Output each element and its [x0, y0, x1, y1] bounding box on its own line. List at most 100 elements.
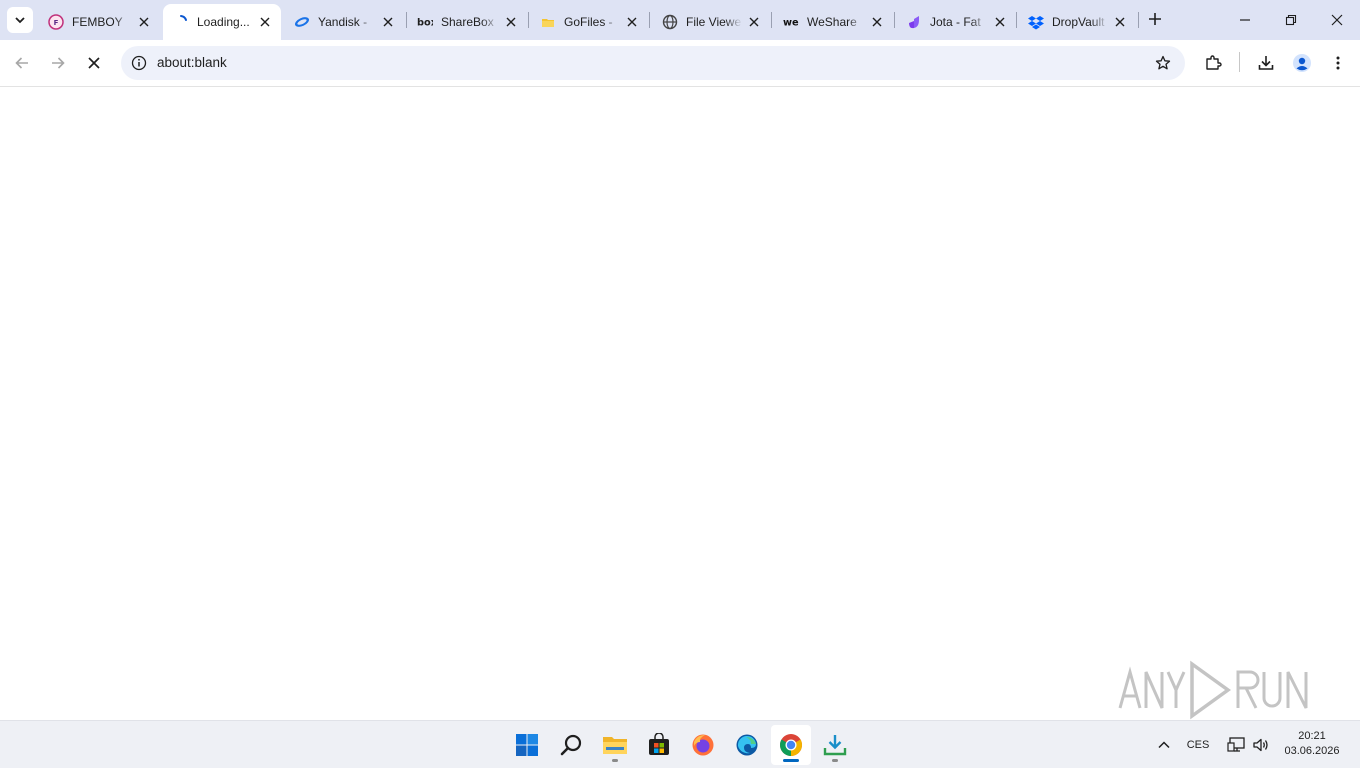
network-icon: [1227, 737, 1245, 752]
svg-text:box: box: [417, 18, 433, 29]
tab-title: FEMBOY: [72, 15, 123, 29]
volume-icon: [1253, 738, 1268, 752]
close-icon[interactable]: [136, 14, 152, 30]
taskbar-store[interactable]: [639, 725, 679, 765]
tab-weshare[interactable]: we WeShare: [773, 4, 893, 40]
tab-title: WeShare: [807, 15, 857, 29]
downloader-icon: [823, 735, 847, 756]
info-icon[interactable]: [129, 53, 149, 73]
tab-title: DropVault: [1052, 15, 1105, 29]
extensions-icon: [1206, 55, 1222, 70]
tab-file-viewer[interactable]: File Viewe: [652, 4, 770, 40]
new-tab-button[interactable]: [1144, 8, 1166, 30]
tab-dropvault[interactable]: DropVault: [1018, 4, 1136, 40]
running-indicator: [612, 759, 618, 762]
search-icon: [560, 734, 582, 756]
svg-text:we: we: [783, 18, 799, 29]
tab-title: Jota - Fat: [930, 15, 981, 29]
address-url[interactable]: about:blank: [157, 55, 227, 70]
close-icon[interactable]: [380, 14, 396, 30]
address-bar[interactable]: about:blank: [121, 46, 1185, 80]
loading-spinner-icon: [173, 14, 189, 30]
taskbar-downloader[interactable]: [815, 725, 855, 765]
minimize-button[interactable]: [1222, 0, 1268, 40]
globe-favicon: [662, 14, 678, 30]
menu-icon: [1336, 56, 1340, 70]
chrome-icon: [780, 734, 802, 756]
tab-yandisk[interactable]: Yandisk -: [284, 4, 404, 40]
extensions-button[interactable]: [1198, 48, 1228, 78]
tab-separator: [528, 12, 529, 28]
tab-title: ShareBox: [441, 15, 494, 29]
taskbar-file-explorer[interactable]: [595, 725, 635, 765]
tab-separator: [1138, 12, 1139, 28]
windows-start-icon: [516, 734, 538, 756]
dropbox-favicon: [1028, 14, 1044, 30]
taskbar-edge[interactable]: [727, 725, 767, 765]
taskbar-search-button[interactable]: [551, 725, 591, 765]
close-icon[interactable]: [503, 14, 519, 30]
taskbar-chrome[interactable]: [771, 725, 811, 765]
stop-icon: [88, 57, 100, 69]
tab-separator: [1016, 12, 1017, 28]
profile-button[interactable]: [1287, 48, 1317, 78]
forward-button[interactable]: [43, 48, 73, 78]
tab-jota[interactable]: Jota - Fat: [896, 4, 1016, 40]
bookmark-star-icon[interactable]: [1153, 53, 1173, 73]
close-icon[interactable]: [992, 14, 1008, 30]
tab-gofiles[interactable]: GoFiles -: [530, 4, 648, 40]
yandisk-favicon: [294, 14, 310, 30]
tab-title: Yandisk -: [318, 15, 368, 29]
gofiles-favicon: [540, 14, 556, 30]
tab-sharebox[interactable]: box ShareBox: [407, 4, 527, 40]
tab-separator: [649, 12, 650, 28]
close-icon[interactable]: [869, 14, 885, 30]
tab-separator: [894, 12, 895, 28]
back-button[interactable]: [7, 48, 37, 78]
tab-separator: [771, 12, 772, 28]
forward-icon: [52, 57, 65, 69]
show-hidden-icons-button[interactable]: [1152, 721, 1176, 769]
anyrun-watermark-logo: [1118, 660, 1308, 720]
tab-title: Loading...: [197, 15, 250, 29]
volume-button[interactable]: [1249, 721, 1273, 769]
running-indicator: [832, 759, 838, 762]
tab-title: GoFiles -: [564, 15, 613, 29]
firefox-icon: [692, 734, 714, 756]
tab-search-button[interactable]: [7, 7, 33, 33]
box-favicon: box: [417, 14, 433, 30]
window-close-button[interactable]: [1314, 0, 1360, 40]
taskbar-firefox[interactable]: [683, 725, 723, 765]
tab-loading[interactable]: Loading...: [163, 4, 281, 40]
tab-title: File Viewe: [686, 15, 742, 29]
toolbar-separator: [1239, 52, 1240, 72]
windows-start-button[interactable]: [507, 725, 547, 765]
close-icon[interactable]: [257, 14, 273, 30]
stop-button[interactable]: [79, 48, 109, 78]
clock-date: 03.06.2026: [1284, 745, 1340, 757]
close-icon[interactable]: [746, 14, 762, 30]
weshare-favicon: we: [783, 14, 799, 30]
network-button[interactable]: [1224, 721, 1248, 769]
close-icon[interactable]: [1112, 14, 1128, 30]
store-icon: [649, 733, 669, 755]
active-indicator: [783, 759, 799, 762]
tab-strip: F FEMBOY Loading... Yandisk - box ShareB…: [0, 0, 1360, 40]
minimize-icon: [1240, 19, 1250, 21]
plus-icon: [1149, 13, 1161, 25]
close-icon[interactable]: [624, 14, 640, 30]
taskbar-clock[interactable]: 20:21 03.06.2026: [1276, 729, 1348, 759]
profile-icon: [1293, 54, 1311, 72]
back-icon: [15, 57, 28, 69]
clock-time: 20:21: [1298, 730, 1326, 742]
page-content-blank[interactable]: [0, 87, 1360, 720]
language-indicator[interactable]: CES: [1182, 721, 1214, 769]
tab-femboy[interactable]: F FEMBOY: [38, 4, 160, 40]
femboy-favicon: F: [48, 14, 64, 30]
edge-icon: [736, 734, 758, 756]
downloads-button[interactable]: [1251, 48, 1281, 78]
restore-button[interactable]: [1268, 0, 1314, 40]
jota-favicon: [906, 14, 922, 30]
menu-button[interactable]: [1323, 48, 1353, 78]
download-icon: [1258, 56, 1274, 70]
